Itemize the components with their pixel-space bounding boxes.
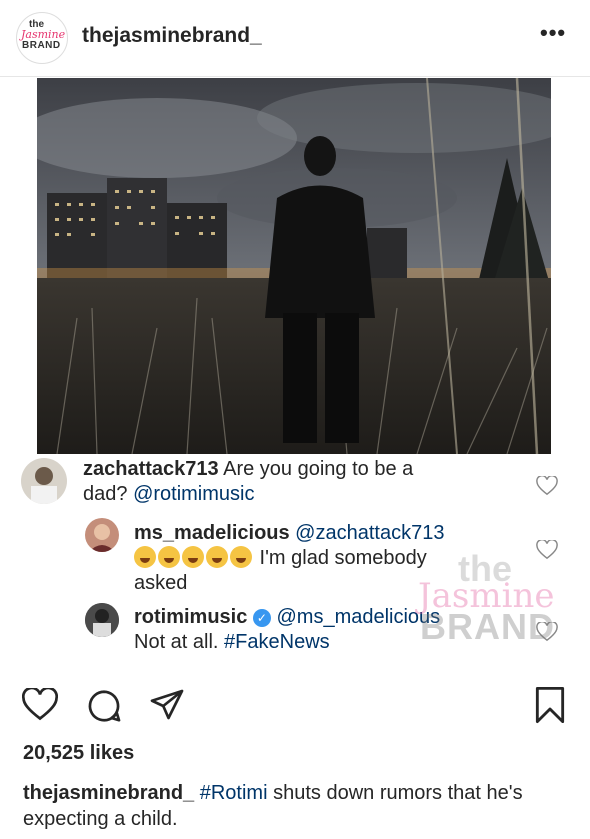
more-options-icon[interactable]: ••• [540, 20, 566, 46]
commenter-avatar-image [89, 524, 115, 552]
post-photo[interactable] [37, 78, 551, 454]
watermark-text-brand: BRAND [420, 606, 555, 647]
rofl-emoji-icon [182, 546, 204, 568]
commenter-avatar[interactable] [21, 458, 67, 504]
post-header: the Jasmine BRAND thejasminebrand_ ••• [0, 0, 590, 77]
comment-mention[interactable]: @zachattack713 [290, 522, 444, 544]
caption-hashtag[interactable]: #Rotimi [200, 782, 268, 804]
comment-mention[interactable]: @rotimimusic [133, 483, 254, 505]
post-caption: thejasminebrand_ #Rotimi shuts down rumo… [23, 780, 568, 832]
share-send-icon[interactable] [148, 688, 186, 724]
comment-text-2: asked [134, 572, 188, 594]
caption-username[interactable]: thejasminebrand_ [23, 782, 194, 804]
logo-text-brand: BRAND [22, 40, 61, 51]
comment-username[interactable]: zachattack713 [83, 458, 219, 480]
like-heart-icon[interactable] [22, 688, 58, 722]
comment-text: Not at all. [134, 631, 225, 653]
comment-username[interactable]: rotimimusic [134, 606, 247, 628]
verified-badge-icon: ✓ [252, 609, 271, 627]
likes-count[interactable]: 20,525 likes [23, 742, 134, 765]
comment-username[interactable]: ms_madelicious [134, 522, 290, 544]
save-bookmark-icon[interactable] [533, 686, 567, 724]
night-field-photo [37, 78, 551, 454]
commenter-avatar[interactable] [85, 518, 119, 552]
joy-emoji-icon [158, 546, 180, 568]
watermark-logo: the Jasmine BRAND [418, 548, 568, 648]
comment-text: Are you going to be a [218, 458, 414, 480]
post-username[interactable]: thejasminebrand_ [82, 24, 262, 48]
commenter-avatar-image [31, 467, 57, 504]
commenter-avatar-image [85, 603, 119, 637]
comment-hashtag[interactable]: #FakeNews [224, 631, 330, 653]
comment-bubble-icon[interactable] [86, 688, 122, 724]
comment-item: zachattack713 Are you going to be a dad?… [83, 457, 523, 507]
joy-emoji-icon [206, 546, 228, 568]
comment-mention[interactable]: @ms_madelicious [271, 606, 440, 628]
comment-text-2: dad? [83, 483, 134, 505]
profile-avatar[interactable]: the Jasmine BRAND [16, 12, 68, 64]
rofl-emoji-icon [230, 546, 252, 568]
rofl-emoji-icon [134, 546, 156, 568]
comment-text: I'm glad somebody [254, 547, 427, 569]
commenter-avatar[interactable] [85, 603, 119, 637]
like-comment-heart-icon[interactable] [536, 476, 558, 496]
